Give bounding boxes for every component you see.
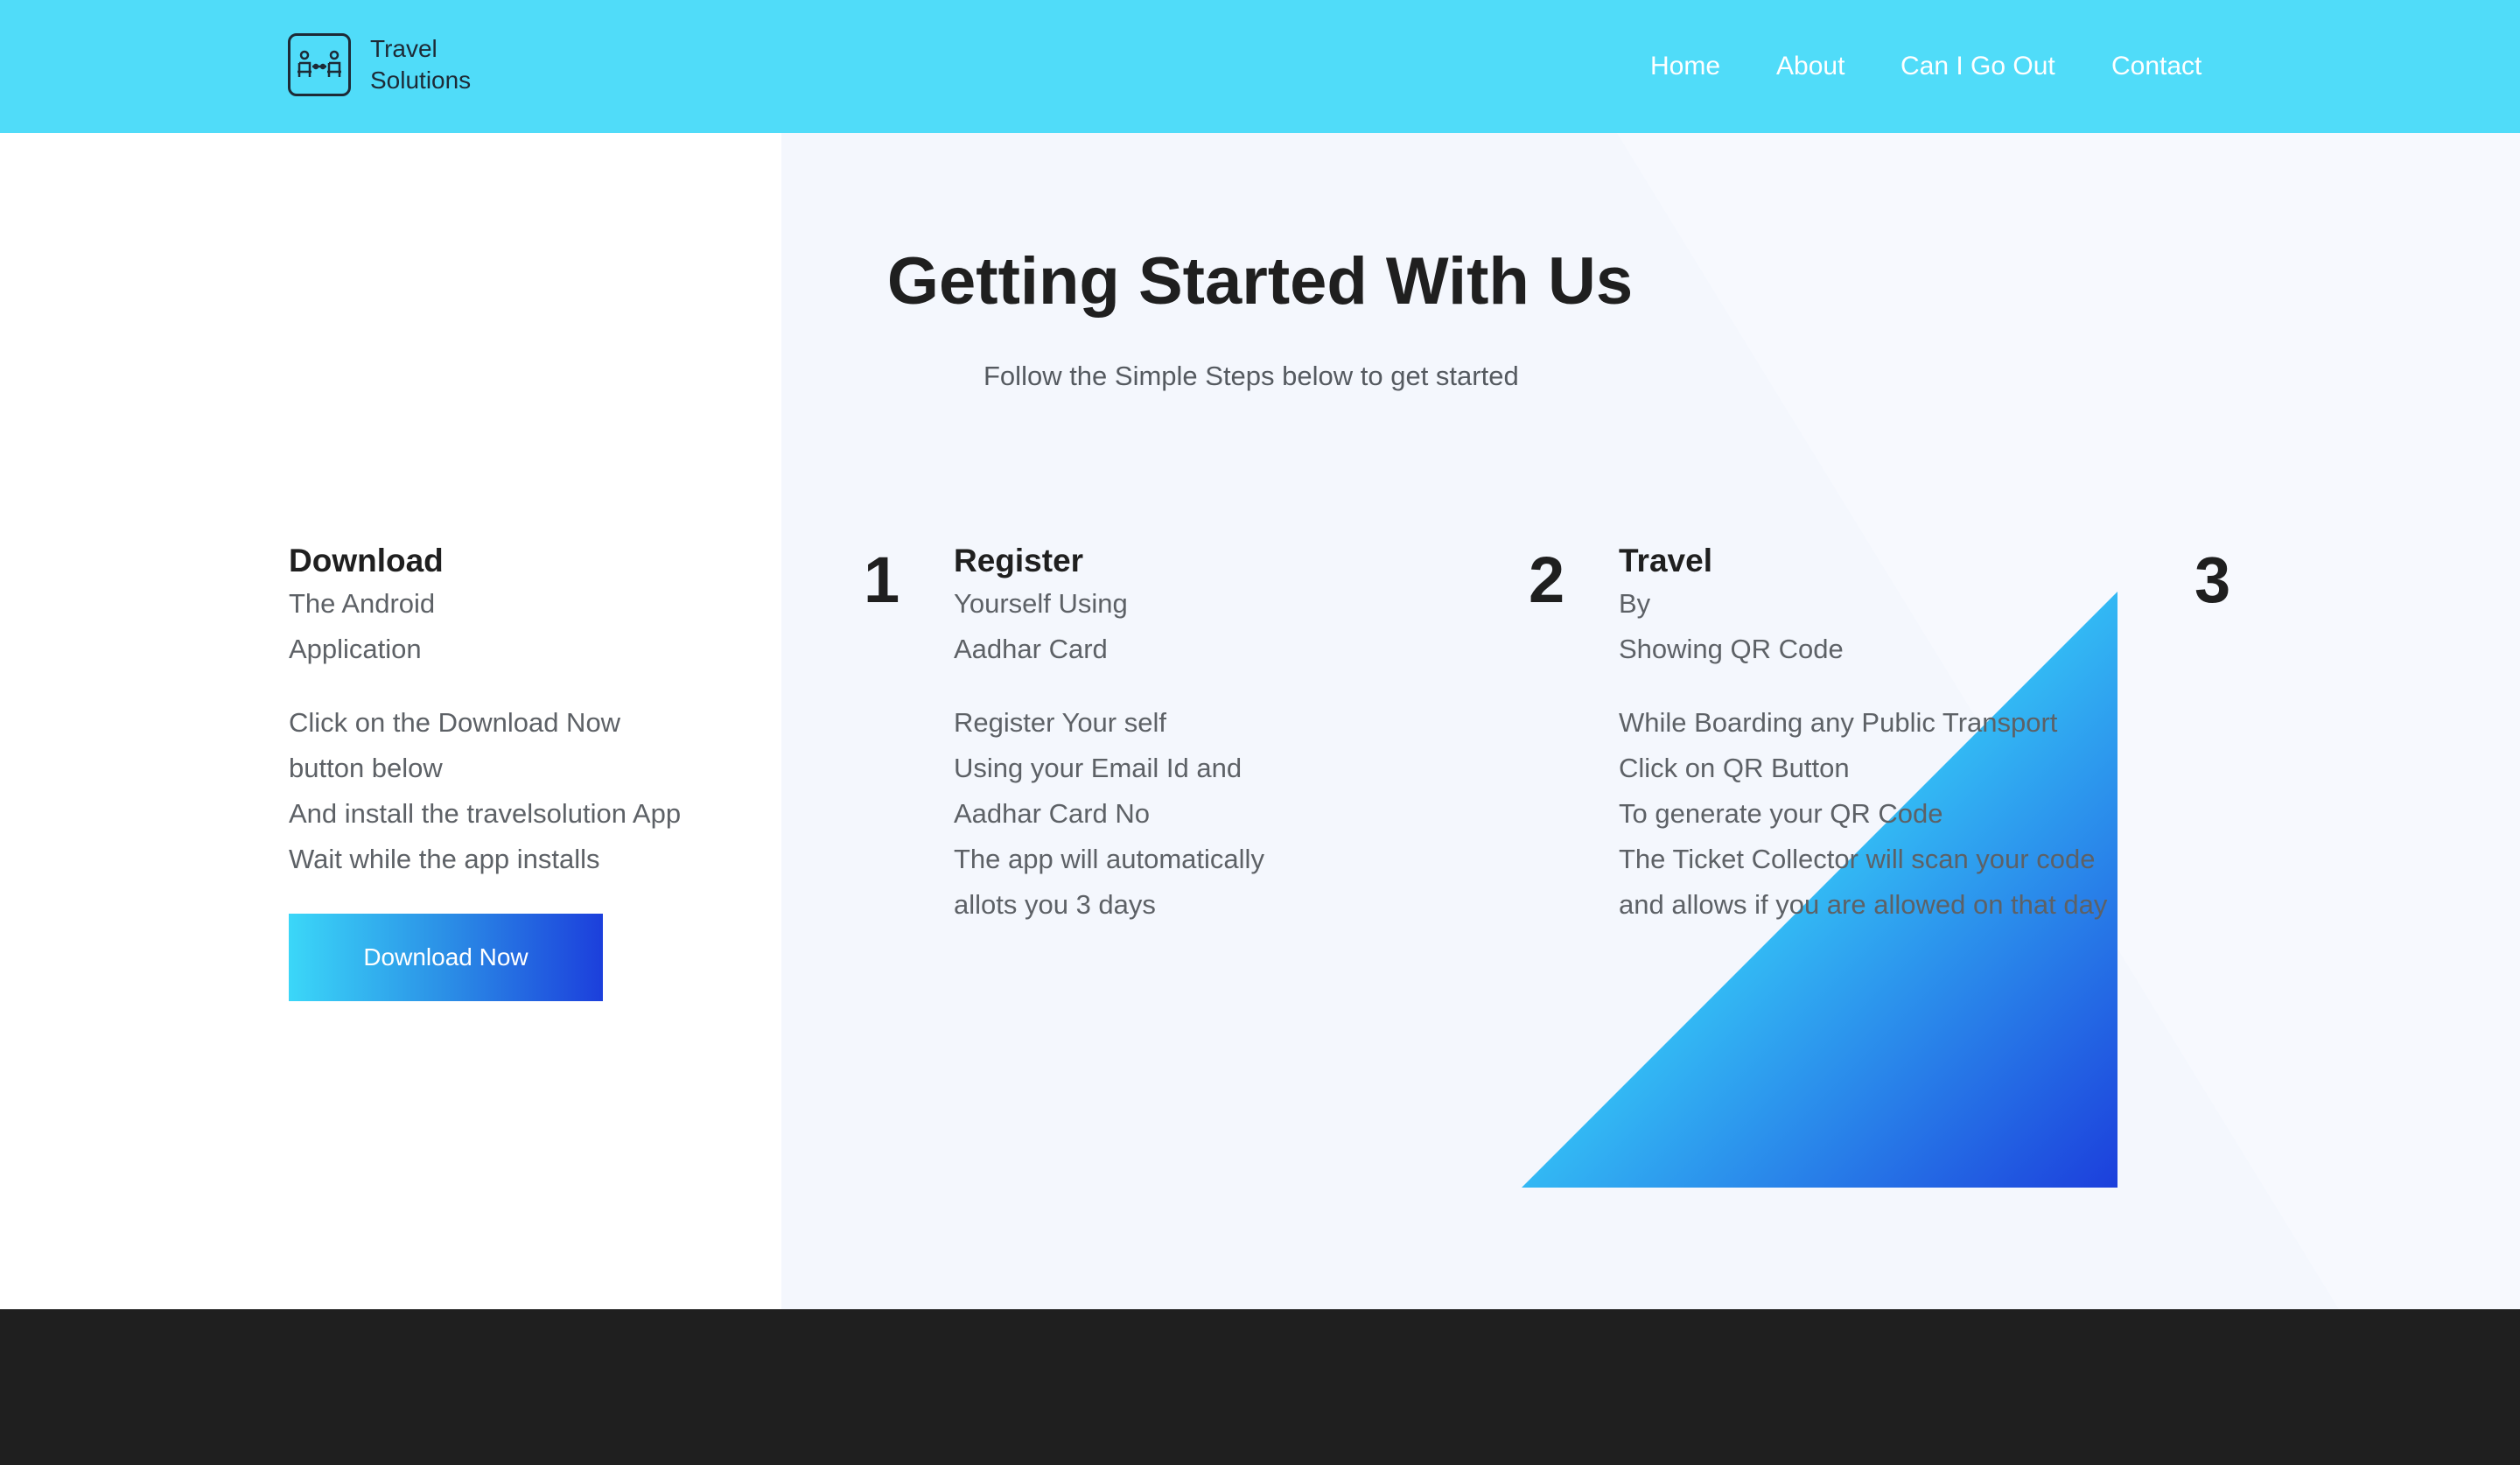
page-subtitle: Follow the Simple Steps below to get sta… [984,361,1519,391]
step-tagline: Yourself Using Aadhar Card [954,588,1128,664]
site-footer [0,1309,2520,1465]
step-download: Download The Android Application Click on… [289,541,849,882]
step-travel: Travel By Showing QR Code While Boarding … [1619,541,2179,928]
step-number-2: 2 [1529,543,1565,616]
step-description: Click on the Download Now button below A… [289,707,682,874]
step-number-3: 3 [2194,543,2231,616]
download-now-button[interactable]: Download Now [289,914,603,1001]
nav-contact[interactable]: Contact [2111,49,2202,84]
step-tagline: By Showing QR Code [1619,588,1844,664]
step-tagline: The Android Application [289,588,436,664]
step-register: Register Yourself Using Aadhar Card Regis… [954,541,1514,928]
main-nav: Home About Can I Go Out Contact [0,49,2520,84]
nav-about[interactable]: About [1776,49,1844,84]
step-number-1: 1 [864,543,900,616]
nav-home[interactable]: Home [1650,49,1720,84]
step-description: Register Your self Using your Email Id a… [954,707,1264,920]
step-description: While Boarding any Public Transport Clic… [1619,707,2108,920]
site-header: Travel Solutions Home About Can I Go Out… [0,0,2520,133]
nav-can-i-go-out[interactable]: Can I Go Out [1900,49,2055,84]
step-heading: Travel [1619,543,1712,578]
getting-started-section: Getting Started With Us Follow the Simpl… [0,133,2520,1309]
step-heading: Register [954,543,1084,578]
page-title: Getting Started With Us [886,244,1634,319]
step-heading: Download [289,543,444,578]
